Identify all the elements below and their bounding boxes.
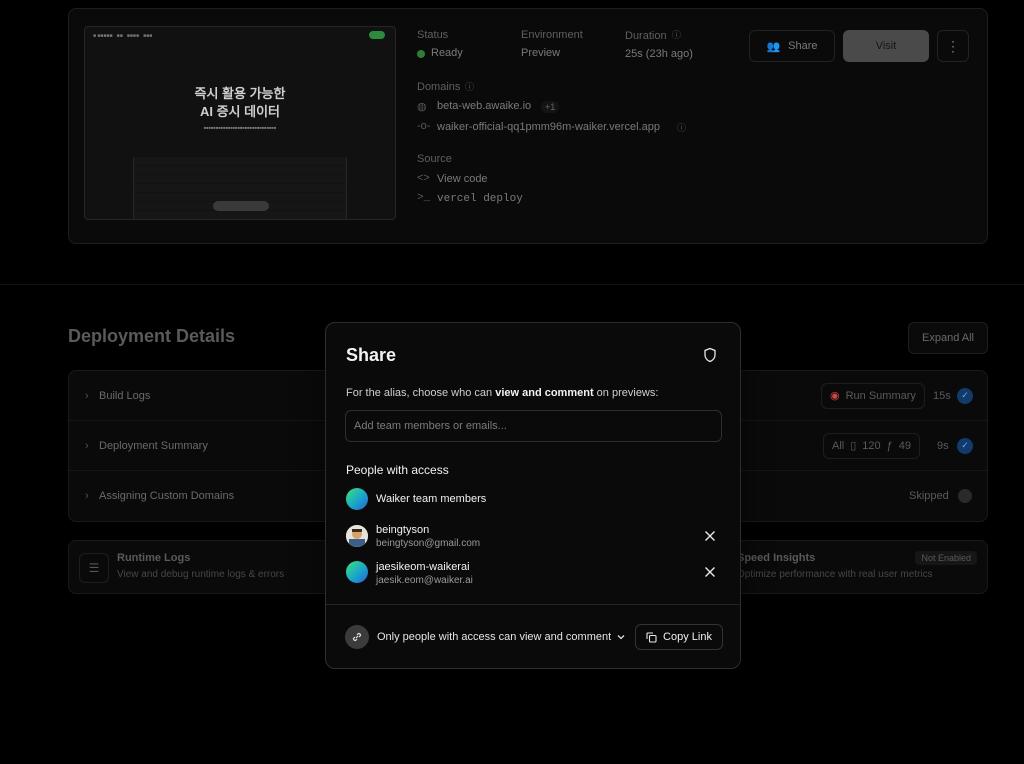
info-icon[interactable]: ⓘ (465, 80, 474, 93)
not-enabled-badge: Not Enabled (915, 551, 977, 565)
duration-label: Duration (625, 30, 667, 42)
domain-secondary[interactable]: waiker-official-qq1pmm96m-waiker.vercel.… (437, 121, 660, 133)
list-icon: ☰ (79, 553, 109, 583)
commit-icon: -o- (417, 120, 431, 132)
domain-primary[interactable]: beta-web.awaike.io (437, 100, 531, 112)
custom-domains-label: Assigning Custom Domains (99, 490, 235, 502)
people-with-access-heading: People with access (346, 463, 449, 477)
skipped-icon (958, 489, 972, 503)
code-icon: <> (417, 172, 430, 184)
share-dialog: Share For the alias, choose who can view… (325, 322, 741, 669)
visit-button[interactable]: Visit (843, 30, 929, 62)
environment-value: Preview (521, 47, 561, 59)
status-value: Ready (431, 47, 463, 59)
preview-subtitle: ■■■■■■■■■■■■■■■■■■■■■■■■■■■■■■ (203, 125, 277, 130)
remove-user-button[interactable] (700, 562, 720, 582)
view-code-link[interactable]: View code (437, 173, 488, 185)
chevron-right-icon: › (85, 439, 89, 452)
close-icon (705, 531, 715, 541)
deployment-preview-thumbnail[interactable]: ■ ■■■■■ ■■ ■■■■ ■■■ 즉시 활용 가능한 AI 증시 데이터 … (84, 26, 396, 220)
chevron-down-icon (617, 635, 625, 640)
build-duration: 15s (933, 389, 951, 402)
globe-icon: ◍ (417, 101, 427, 113)
permission-select[interactable]: Only people with access can view and com… (377, 631, 625, 643)
user-avatar (346, 561, 368, 583)
runtime-logs-subtitle: View and debug runtime logs & errors (117, 569, 285, 580)
more-vertical-icon: ⋮ (946, 37, 960, 54)
skipped-status: Skipped (909, 490, 949, 502)
preview-nav: ■ ■■■■■ ■■ ■■■■ ■■■ (93, 33, 153, 39)
run-summary-icon: ◉ (830, 390, 840, 402)
user-photo-icon (346, 525, 368, 547)
speed-insights-title[interactable]: Speed Insights (737, 552, 815, 564)
deployment-details-title: Deployment Details (68, 326, 236, 346)
domains-label: Domains (417, 81, 461, 93)
domain-count-badge[interactable]: +1 (541, 101, 560, 113)
preview-bar (213, 201, 269, 211)
copy-link-button[interactable]: Copy Link (635, 624, 723, 650)
info-icon[interactable]: ⓘ (672, 28, 681, 41)
build-logs-label: Build Logs (99, 389, 151, 402)
source-label: Source (417, 153, 452, 165)
share-button[interactable]: 👥 Share (749, 30, 835, 62)
close-icon (705, 567, 715, 577)
preview-heading: 즉시 활용 가능한 AI 증시 데이터 (194, 86, 286, 119)
runtime-logs-title[interactable]: Runtime Logs (117, 552, 190, 564)
user-email: beingtyson@gmail.com (376, 538, 481, 549)
summary-filter-pill[interactable]: All ▯ 120 ƒ 49 (823, 432, 921, 459)
shield-icon[interactable] (702, 347, 718, 363)
chevron-right-icon: › (85, 389, 89, 402)
status-label: Status (417, 29, 449, 41)
run-summary-button[interactable]: ◉ Run Summary (821, 382, 925, 409)
team-name: Waiker team members (376, 493, 487, 505)
speed-insights-subtitle: Optimize performance with real user metr… (737, 569, 933, 580)
user-name: jaesikeom-waikerai (376, 561, 470, 573)
team-avatar (346, 488, 368, 510)
add-members-input[interactable] (345, 410, 722, 442)
terminal-icon: >_ (417, 192, 431, 204)
preview-button (369, 31, 385, 39)
section-divider (0, 284, 1024, 285)
link-icon (345, 625, 369, 649)
info-icon[interactable]: ⓘ (677, 121, 686, 134)
remove-user-button[interactable] (700, 526, 720, 546)
function-icon: ƒ (886, 439, 893, 452)
duration-value: 25s (23h ago) (625, 48, 693, 60)
dialog-description: For the alias, choose who can view and c… (346, 387, 659, 399)
file-icon: ▯ (850, 440, 857, 452)
check-icon: ✓ (957, 437, 973, 454)
users-icon: 👥 (766, 40, 781, 53)
environment-label: Environment (521, 29, 583, 41)
summary-duration: 9s (937, 439, 949, 452)
more-options-button[interactable]: ⋮ (937, 30, 969, 62)
cli-command: vercel deploy (437, 193, 523, 205)
user-avatar (346, 525, 368, 547)
user-email: jaesik.eom@waiker.ai (376, 575, 473, 586)
chevron-right-icon: › (85, 490, 89, 502)
ready-dot (417, 50, 425, 58)
deployment-summary-label: Deployment Summary (99, 439, 208, 452)
dialog-footer-divider (326, 604, 740, 605)
dialog-title: Share (346, 345, 397, 365)
expand-all-button[interactable]: Expand All (908, 322, 988, 354)
copy-icon (646, 631, 657, 643)
user-name: beingtyson (376, 524, 430, 536)
check-icon: ✓ (957, 387, 973, 404)
